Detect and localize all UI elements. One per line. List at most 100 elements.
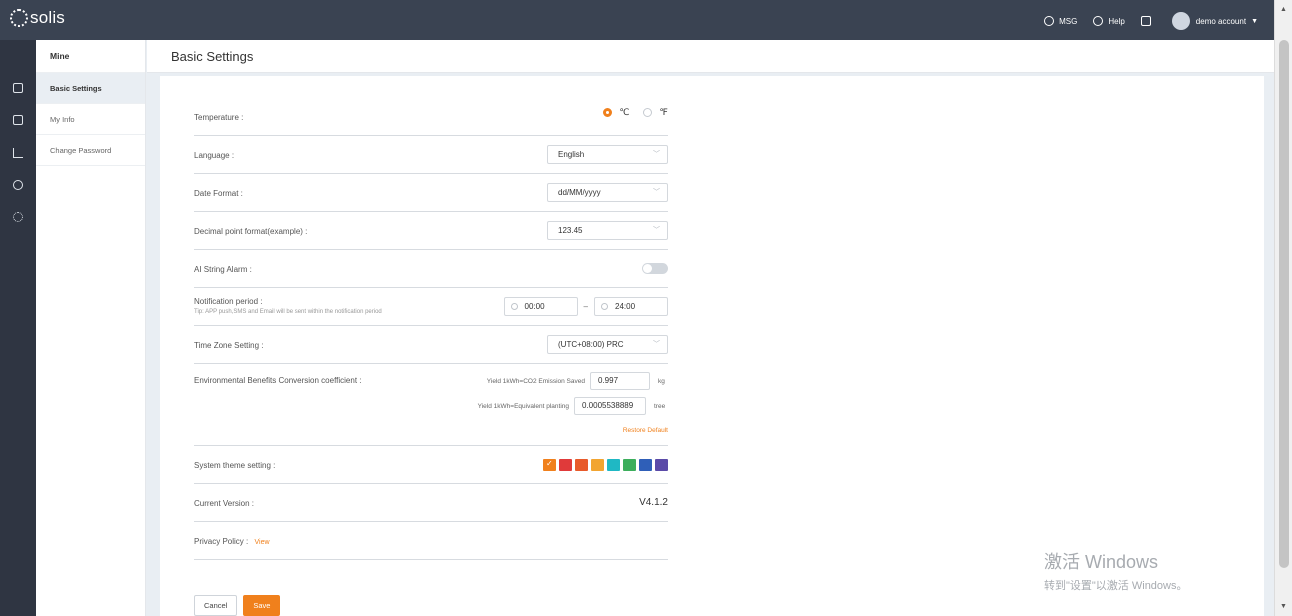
theme-swatch[interactable]	[575, 459, 588, 471]
settings-panel: Temperature : ℃ ℉ Language : English ﹀ D…	[160, 76, 1264, 616]
time-zone-row: Time Zone Setting : (UTC+08:00) PRC ﹀	[194, 326, 668, 364]
settings-form: Temperature : ℃ ℉ Language : English ﹀ D…	[194, 98, 668, 560]
save-button[interactable]: Save	[243, 595, 281, 616]
chevron-down-icon: ﹀	[653, 227, 660, 234]
caret-down-icon: ▼	[1251, 17, 1258, 25]
scroll-down-icon[interactable]: ▼	[1280, 603, 1287, 610]
restore-default-link[interactable]: Restore Default	[623, 427, 668, 434]
decimal-format-value: 123.45	[558, 226, 583, 235]
date-format-select[interactable]: dd/MM/yyyy ﹀	[547, 183, 668, 202]
end-time-value: 24:00	[615, 302, 636, 311]
page-header: Basic Settings	[147, 40, 1274, 73]
chart-icon[interactable]	[13, 148, 23, 158]
clock-icon	[510, 303, 518, 310]
fahrenheit-radio[interactable]: ℉	[643, 107, 668, 118]
theme-swatch[interactable]: ✓	[543, 459, 556, 471]
document-icon[interactable]	[13, 115, 23, 125]
notification-end-time[interactable]: 24:00	[594, 297, 668, 316]
co2-unit: kg	[658, 377, 665, 385]
decimal-format-select[interactable]: 123.45 ﹀	[547, 221, 668, 240]
form-buttons: Cancel Save	[194, 595, 286, 616]
fullscreen-icon	[1140, 16, 1151, 26]
chevron-down-icon: ﹀	[653, 151, 660, 158]
time-zone-label: Time Zone Setting :	[194, 341, 264, 350]
ai-string-alarm-row: AI String Alarm :	[194, 250, 668, 288]
temperature-label: Temperature :	[194, 113, 244, 122]
logo-text: solis	[30, 8, 66, 27]
notification-period-row: Notification period : Tip: APP push,SMS …	[194, 288, 668, 326]
theme-swatch[interactable]	[559, 459, 572, 471]
radio-checked-icon	[603, 108, 613, 117]
msg-label: MSG	[1059, 16, 1078, 26]
co2-line: Yield 1kWh=CO2 Emission Saved 0.997 kg	[487, 372, 668, 390]
language-value: English	[558, 150, 585, 159]
check-icon: ✓	[546, 459, 553, 468]
language-row: Language : English ﹀	[194, 136, 668, 174]
fullscreen-button[interactable]	[1140, 16, 1156, 26]
theme-swatch[interactable]	[607, 459, 620, 471]
submenu-item-my-info[interactable]: My Info	[36, 104, 145, 135]
time-zone-value: (UTC+08:00) PRC	[558, 340, 624, 349]
time-separator: –	[583, 302, 588, 311]
time-zone-select[interactable]: (UTC+08:00) PRC ﹀	[547, 335, 668, 354]
submenu-item-basic-settings[interactable]: Basic Settings	[36, 73, 145, 104]
tree-unit: tree	[654, 402, 666, 410]
theme-label: System theme setting :	[194, 461, 276, 470]
theme-swatch[interactable]	[655, 459, 668, 471]
solis-logo[interactable]: solis	[10, 8, 65, 28]
top-nav: MSG Help demo account ▼	[1028, 12, 1258, 30]
version-value: V4.1.2	[639, 497, 668, 508]
date-format-label: Date Format :	[194, 189, 243, 198]
settings-submenu: Mine Basic Settings My Info Change Passw…	[36, 40, 146, 616]
co2-input[interactable]: 0.997	[590, 372, 650, 390]
notification-period-label: Notification period :	[194, 297, 263, 306]
cancel-button[interactable]: Cancel	[194, 595, 238, 616]
radio-unchecked-icon	[643, 108, 653, 117]
notification-start-time[interactable]: 00:00	[503, 297, 578, 316]
message-icon	[1044, 16, 1055, 26]
scrollbar-thumb[interactable]	[1279, 40, 1289, 568]
privacy-view-link[interactable]: View	[254, 539, 269, 546]
theme-swatch[interactable]	[591, 459, 604, 471]
theme-swatch[interactable]	[639, 459, 652, 471]
theme-swatch[interactable]	[623, 459, 636, 471]
version-row: Current Version : V4.1.2	[194, 484, 668, 522]
eye-icon[interactable]	[13, 180, 23, 190]
help-icon	[1093, 16, 1104, 26]
avatar	[1171, 12, 1190, 30]
scroll-up-icon[interactable]: ▲	[1280, 6, 1287, 13]
chevron-down-icon: ﹀	[653, 341, 660, 348]
ai-string-alarm-toggle[interactable]	[642, 263, 668, 274]
msg-button[interactable]: MSG	[1044, 16, 1077, 26]
fahrenheit-label: ℉	[659, 107, 668, 117]
watermark-line1: 激活 Windows	[1044, 552, 1159, 572]
submenu-item-change-password[interactable]: Change Password	[36, 135, 145, 166]
language-label: Language :	[194, 151, 235, 160]
tree-label: Yield 1kWh=Equivalent planting	[477, 402, 569, 410]
help-label: Help	[1108, 16, 1125, 26]
start-time-value: 00:00	[524, 302, 545, 311]
account-menu[interactable]: demo account ▼	[1171, 12, 1258, 30]
decimal-format-label: Decimal point format(example) :	[194, 227, 308, 236]
account-name: demo account	[1195, 16, 1247, 26]
env-benefits-label: Environmental Benefits Conversion coeffi…	[194, 376, 362, 385]
submenu-title: Mine	[36, 40, 145, 73]
temperature-row: Temperature : ℃ ℉	[194, 98, 668, 136]
tree-input[interactable]: 0.0005538889	[574, 397, 646, 415]
celsius-radio[interactable]: ℃	[603, 107, 629, 118]
language-select[interactable]: English ﹀	[547, 145, 668, 164]
privacy-label: Privacy Policy :	[194, 537, 249, 546]
tree-line: Yield 1kWh=Equivalent planting 0.0005538…	[478, 397, 668, 415]
env-benefits-row: Environmental Benefits Conversion coeffi…	[194, 364, 668, 446]
privacy-row: Privacy Policy : View	[194, 522, 668, 560]
decimal-format-row: Decimal point format(example) : 123.45 ﹀	[194, 212, 668, 250]
apps-icon[interactable]	[13, 212, 23, 222]
sun-logo-icon	[10, 9, 28, 27]
help-button[interactable]: Help	[1093, 16, 1125, 26]
watermark-line2: 转到"设置"以激活 Windows。	[1044, 580, 1188, 592]
grid-icon[interactable]	[13, 83, 23, 93]
left-icon-rail	[0, 40, 36, 616]
vertical-scrollbar[interactable]: ▲ ▼	[1274, 0, 1292, 616]
date-format-value: dd/MM/yyyy	[558, 188, 601, 197]
top-bar: solis MSG Help demo account ▼	[0, 0, 1274, 40]
